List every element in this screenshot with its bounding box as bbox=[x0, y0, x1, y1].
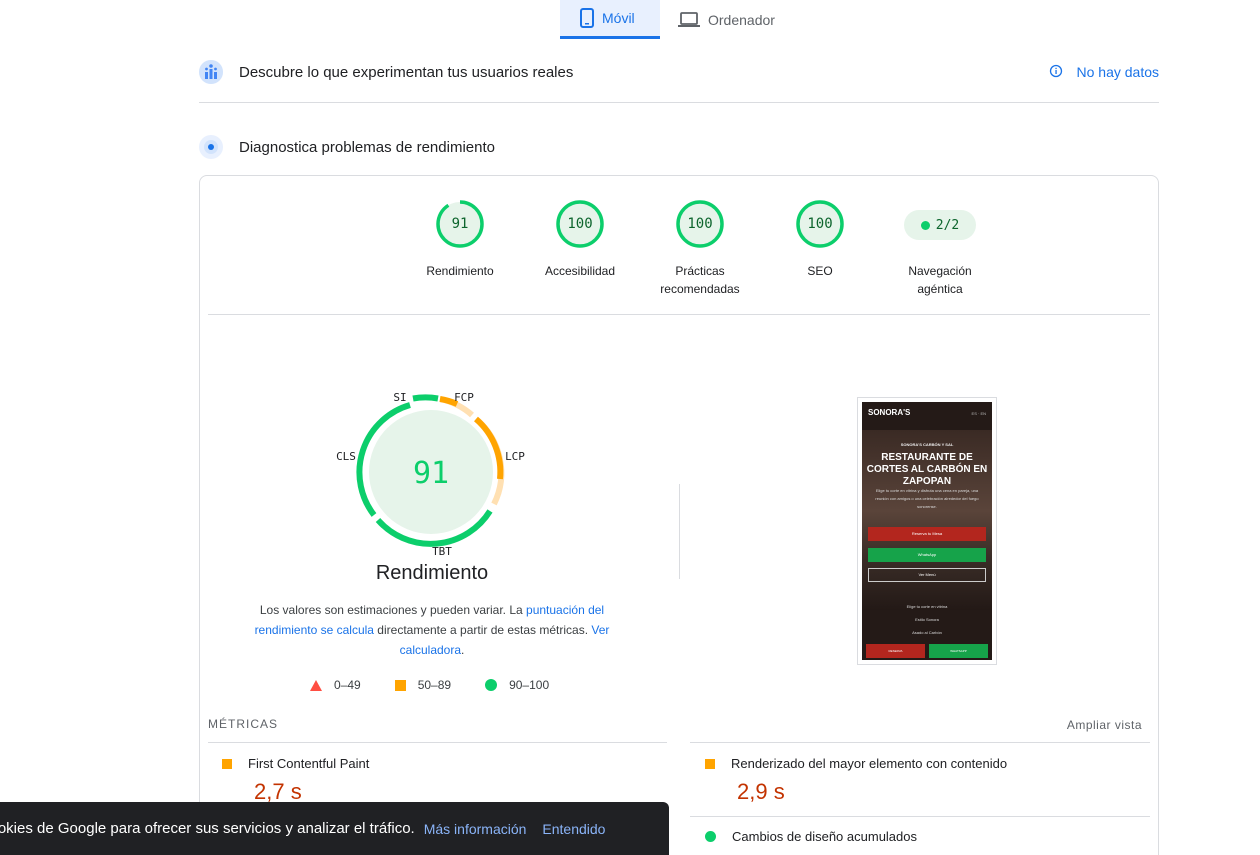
gauge-performance[interactable]: 91 Rendimiento bbox=[400, 200, 520, 280]
page-screenshot[interactable]: SONORA'S ES · EN SONORA'S CARBÓN Y SAL R… bbox=[857, 397, 997, 665]
no-data-label: No hay datos bbox=[1076, 64, 1160, 80]
gauge-accessibility[interactable]: 100 Accesibilidad bbox=[520, 200, 640, 280]
label-cls: CLS bbox=[336, 450, 356, 463]
lab-data-title: Diagnostica problemas de rendimiento bbox=[239, 138, 495, 156]
thumb-bottom-bar: RESERVA WHATSAPP bbox=[866, 644, 988, 658]
thumb-list-item: Elige tu corte en vitrina bbox=[906, 604, 948, 609]
performance-title: Rendimiento bbox=[375, 562, 489, 584]
segment-si bbox=[412, 394, 439, 402]
section-divider bbox=[199, 102, 1159, 103]
metrics-heading: MÉTRICAS bbox=[208, 717, 279, 731]
cookie-text: cookies de Google para ofrecer sus servi… bbox=[0, 820, 415, 837]
thumb-whatsapp-button: WhatsApp bbox=[868, 548, 986, 562]
more-info-link[interactable]: Más información bbox=[424, 821, 527, 837]
thumb-paragraph: Elige tu corte en vitrina y disfruta una… bbox=[875, 488, 979, 509]
report-divider bbox=[208, 314, 1150, 315]
cookie-banner: cookies de Google para ofrecer sus servi… bbox=[0, 802, 669, 855]
gauge-seo-score: 100 bbox=[807, 216, 833, 232]
metrics-divider bbox=[208, 742, 667, 743]
field-data-section: Descubre lo que experimentan tus usuario… bbox=[199, 50, 1159, 94]
poor-triangle-icon bbox=[310, 679, 322, 691]
metric-cls: Cambios de diseño acumulados bbox=[705, 829, 917, 844]
performance-gauge: 91 SI FCP LCP TBT CLS bbox=[330, 391, 530, 591]
metrics-divider bbox=[690, 816, 1150, 817]
users-icon bbox=[199, 60, 223, 84]
lab-data-section: Diagnostica problemas de rendimiento bbox=[199, 125, 1159, 169]
gauge-performance-label: Rendimiento bbox=[426, 264, 494, 278]
expand-view-toggle[interactable]: Ampliar vista bbox=[1067, 718, 1142, 732]
label-fcp: FCP bbox=[454, 391, 474, 404]
metric-lcp-value: 2,9 s bbox=[737, 779, 785, 804]
label-lcp: LCP bbox=[505, 450, 525, 463]
metric-lcp: Renderizado del mayor elemento con conte… bbox=[705, 756, 1007, 805]
gauge-seo-label: SEO bbox=[807, 264, 833, 278]
thumb-menu-button: Ver Menú bbox=[868, 568, 986, 582]
no-data-link[interactable]: No hay datos bbox=[1049, 64, 1160, 81]
gauge-agentic-navigation[interactable]: 2/2 Navegación agéntica bbox=[880, 200, 1000, 298]
thumb-bottom-reserve: RESERVA bbox=[866, 644, 925, 658]
metric-fcp: First Contentful Paint 2,7 s bbox=[222, 756, 369, 805]
score-legend: 0–49 50–89 90–100 bbox=[310, 678, 549, 692]
accept-cookies-button[interactable]: Entendido bbox=[542, 821, 605, 837]
average-square-icon bbox=[222, 758, 232, 769]
agentic-score: 2/2 bbox=[935, 217, 960, 233]
gauge-performance-score: 91 bbox=[451, 216, 469, 232]
label-tbt: TBT bbox=[432, 545, 452, 558]
thumb-reserve-button: Reserva tu Mesa bbox=[868, 527, 986, 541]
metric-fcp-name: First Contentful Paint bbox=[248, 756, 370, 771]
thumb-kicker: SONORA'S CARBÓN Y SAL bbox=[900, 442, 954, 447]
metrics-divider bbox=[690, 742, 1150, 743]
tab-desktop[interactable]: Ordenador bbox=[660, 0, 793, 39]
good-circle-icon bbox=[485, 679, 498, 691]
agentic-pill: 2/2 bbox=[904, 210, 976, 240]
gauge-best-practices-score: 100 bbox=[687, 216, 713, 232]
performance-score: 91 bbox=[413, 456, 449, 491]
average-square-icon bbox=[394, 679, 406, 691]
tab-mobile[interactable]: Móvil bbox=[560, 0, 660, 39]
thumb-list-item: Asado al Carbón bbox=[912, 630, 942, 635]
gauge-seo[interactable]: 100 SEO bbox=[760, 200, 880, 280]
category-gauges: 91 Rendimiento 100 Accesibilidad 100 Prá… bbox=[400, 200, 980, 310]
phone-icon bbox=[580, 8, 594, 28]
tab-desktop-label: Ordenador bbox=[708, 11, 775, 28]
average-square-icon bbox=[705, 758, 715, 769]
thumb-headline: RESTAURANTE DE CORTES AL CARBÓN EN ZAPOP… bbox=[866, 452, 988, 487]
gauge-best-practices-label: Prácticas recomendadas bbox=[660, 264, 740, 296]
tab-mobile-label: Móvil bbox=[602, 10, 635, 26]
info-icon bbox=[1049, 64, 1063, 81]
metric-lcp-name: Renderizado del mayor elemento con conte… bbox=[731, 756, 1008, 771]
vertical-separator bbox=[679, 484, 680, 579]
gauge-accessibility-score: 100 bbox=[567, 216, 593, 232]
thumb-bottom-whatsapp: WHATSAPP bbox=[929, 644, 988, 658]
laptop-icon bbox=[678, 11, 700, 28]
legend-poor: 0–49 bbox=[334, 678, 361, 692]
metric-cls-name: Cambios de diseño acumulados bbox=[732, 829, 917, 844]
diagnostics-icon bbox=[199, 135, 223, 159]
pass-dot-icon bbox=[920, 220, 930, 230]
label-si: SI bbox=[393, 391, 406, 404]
gauge-best-practices[interactable]: 100 Prácticas recomendadas bbox=[640, 200, 760, 298]
gauge-accessibility-label: Accesibilidad bbox=[544, 264, 616, 278]
thumb-lang: ES · EN bbox=[971, 411, 986, 416]
legend-average: 50–89 bbox=[417, 678, 452, 692]
legend-good: 90–100 bbox=[509, 678, 550, 692]
thumb-logo: SONORA'S bbox=[868, 408, 911, 417]
good-circle-icon bbox=[705, 831, 716, 842]
device-tabs: Móvil Ordenador bbox=[560, 0, 793, 39]
thumb-list-item: Estilo Sonora bbox=[915, 617, 939, 622]
gauge-agentic-label: Navegación agéntica bbox=[908, 264, 972, 296]
performance-description: Los valores son estimaciones y pueden va… bbox=[254, 603, 610, 657]
report-card: 91 Rendimiento 100 Accesibilidad 100 Prá… bbox=[199, 175, 1159, 855]
field-data-title: Descubre lo que experimentan tus usuario… bbox=[239, 63, 574, 81]
